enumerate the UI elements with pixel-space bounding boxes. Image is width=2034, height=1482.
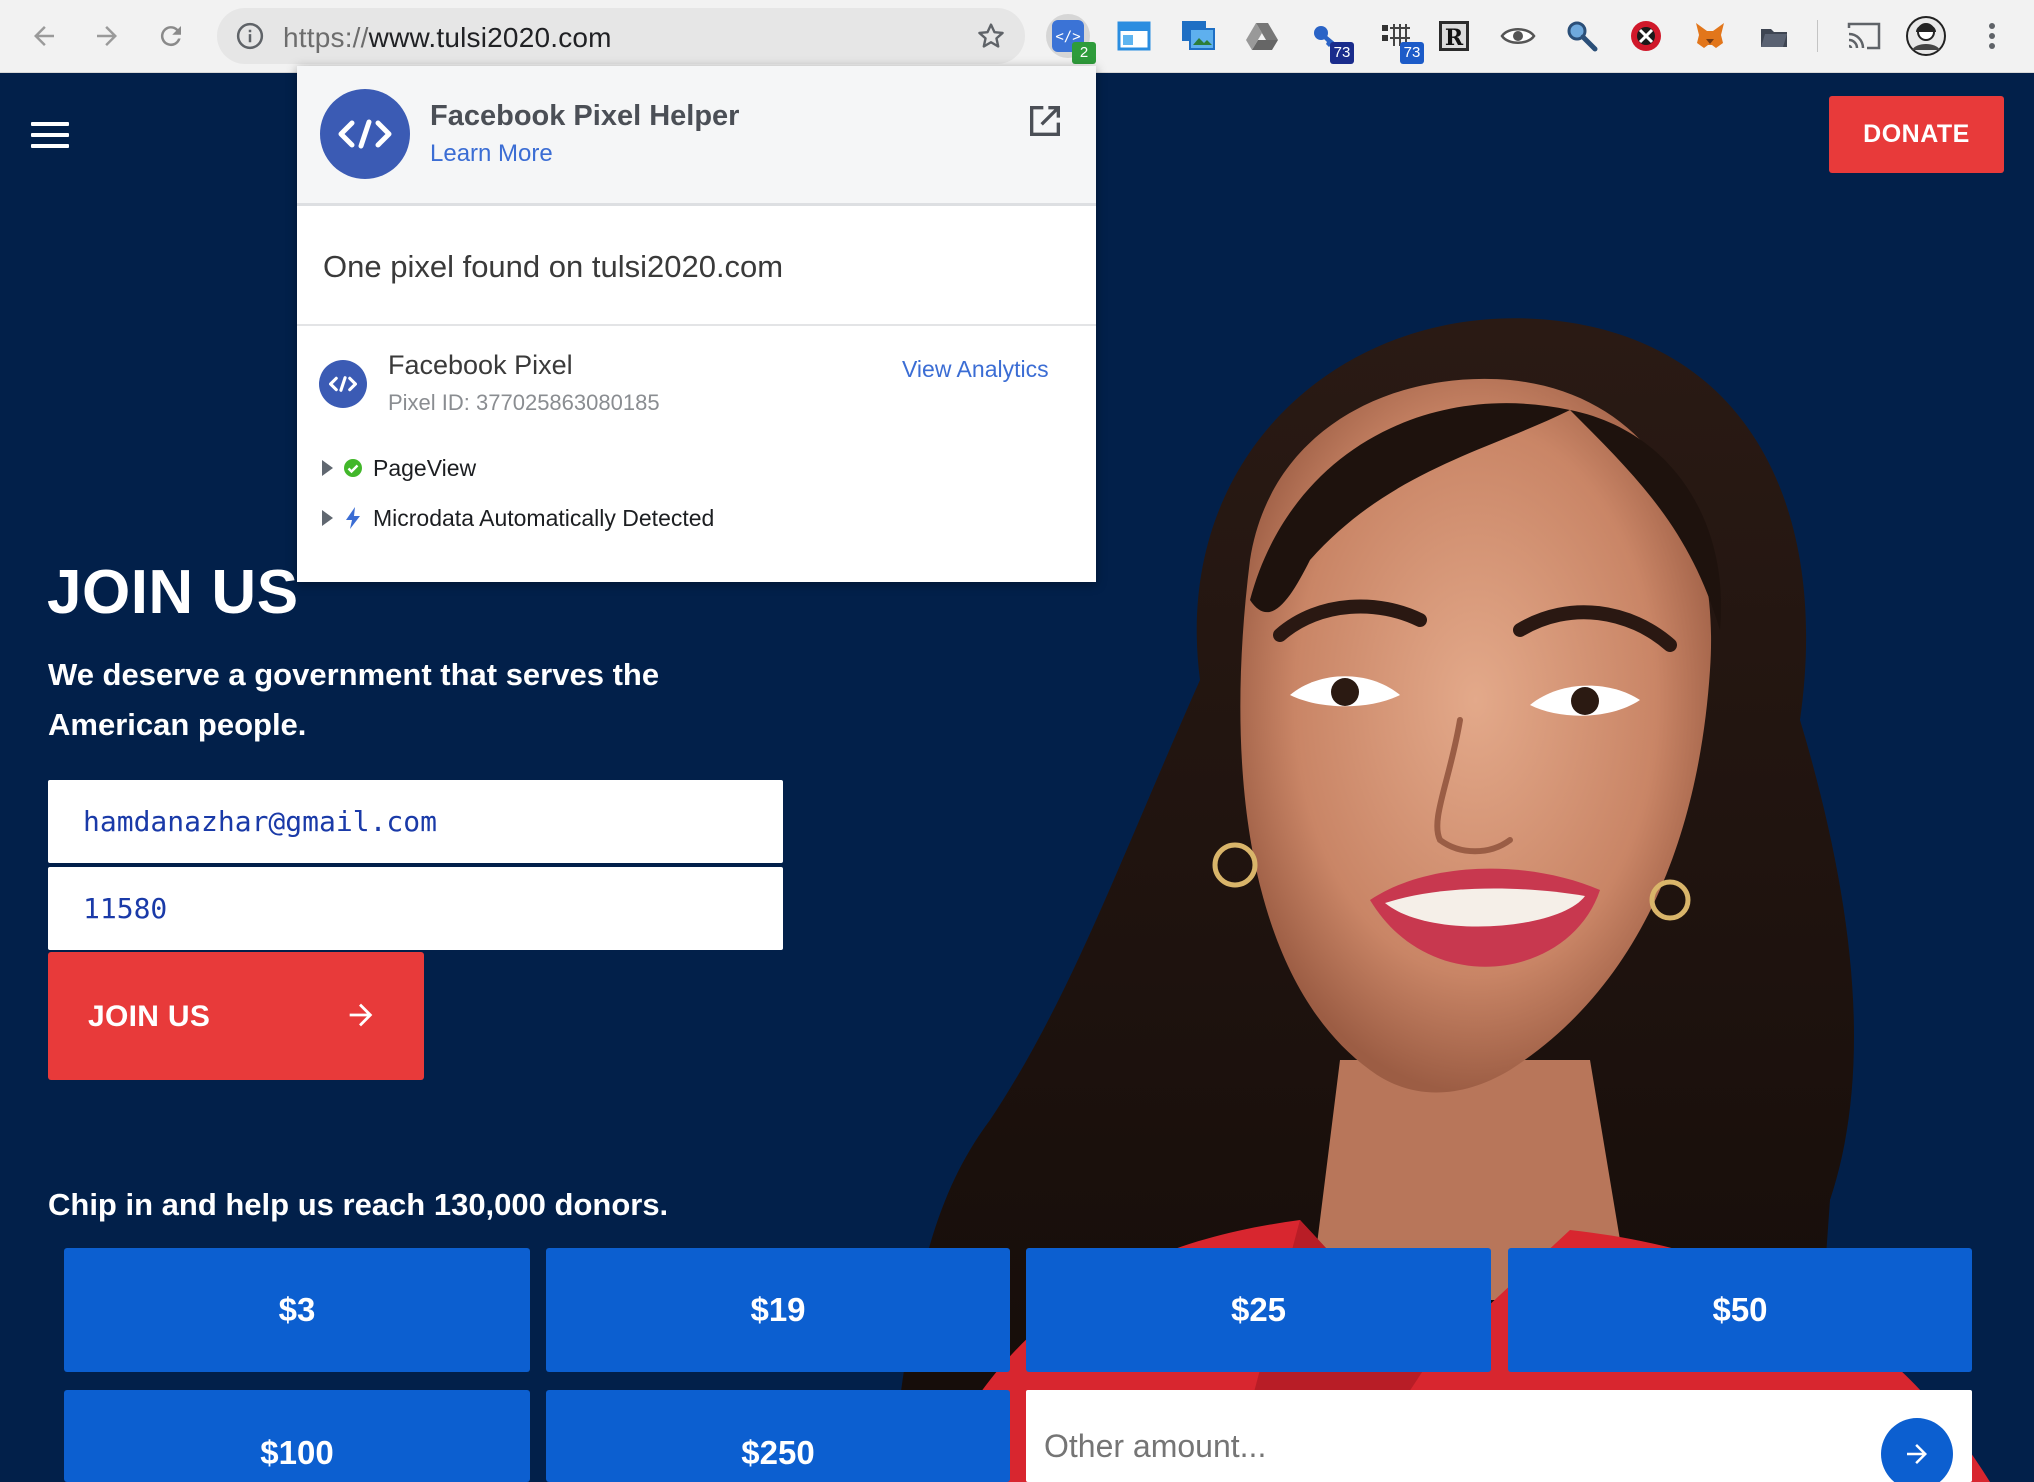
- folder-icon: [1761, 29, 1787, 47]
- email-input[interactable]: [48, 780, 783, 863]
- event-label: Microdata Automatically Detected: [373, 504, 715, 531]
- zip-field[interactable]: [48, 867, 783, 950]
- forward-arrow-icon: [97, 26, 117, 46]
- hamburger-icon: [31, 122, 69, 126]
- event-pageview[interactable]: PageView: [322, 453, 476, 483]
- magnifier-extension[interactable]: [1560, 14, 1604, 58]
- arrow-right-icon: [349, 1003, 373, 1027]
- r-extension[interactable]: R: [1432, 14, 1476, 58]
- svg-text:R: R: [1445, 25, 1464, 51]
- facebook-pixel-helper-extension[interactable]: </> 2: [1046, 14, 1096, 64]
- check-icon: [343, 458, 363, 478]
- amount-3-button[interactable]: $3: [64, 1248, 530, 1372]
- pixel-id: Pixel ID: 377025863080185: [388, 390, 660, 415]
- window-icon: [1117, 21, 1151, 51]
- other-amount-input[interactable]: [1026, 1390, 1972, 1482]
- view-analytics-link[interactable]: View Analytics: [902, 356, 1049, 383]
- url-scheme: https://: [283, 22, 369, 53]
- other-amount-submit-button[interactable]: [1881, 1418, 1953, 1482]
- zip-input[interactable]: [48, 867, 783, 950]
- eye-icon: [1500, 28, 1536, 44]
- pixel-helper-logo: [320, 89, 410, 179]
- join-us-label: JOIN US: [88, 1000, 211, 1033]
- key-extension[interactable]: 73: [1304, 14, 1354, 64]
- hamburger-line: [31, 133, 69, 137]
- extension-badge: 73: [1330, 42, 1354, 64]
- screenshot-icon: [1182, 21, 1215, 50]
- info-icon[interactable]: [235, 21, 265, 51]
- donate-button[interactable]: DONATE: [1829, 96, 2004, 173]
- folder-extension[interactable]: [1752, 14, 1796, 58]
- event-microdata[interactable]: Microdata Automatically Detected: [322, 503, 714, 533]
- external-link-icon[interactable]: [1025, 101, 1065, 141]
- url-host: www.tulsi2020.com: [368, 22, 612, 53]
- fox-icon: [1696, 23, 1724, 48]
- magnifier-icon: [1567, 21, 1598, 52]
- extension-badge: 2: [1072, 42, 1096, 64]
- toolbar-divider: [1817, 20, 1818, 52]
- network-extension[interactable]: 73: [1374, 14, 1424, 64]
- kebab-menu-icon: [1989, 23, 1995, 49]
- code-icon: [338, 119, 392, 149]
- popup-title: Facebook Pixel Helper: [430, 100, 740, 132]
- pixel-found-section: One pixel found on tulsi2020.com: [297, 209, 1096, 326]
- event-label: PageView: [373, 454, 477, 481]
- chip-in-text: Chip in and help us reach 130,000 donors…: [48, 1187, 669, 1222]
- avatar: [1906, 16, 1946, 56]
- back-button[interactable]: [22, 14, 66, 58]
- drive-icon: [1246, 23, 1278, 50]
- extension-badge: 73: [1400, 42, 1424, 64]
- amount-25-button[interactable]: $25: [1026, 1248, 1491, 1372]
- join-subtitle: We deserve a government that serves the …: [48, 657, 660, 742]
- email-field[interactable]: [48, 780, 783, 863]
- back-arrow-icon: [34, 26, 54, 46]
- expand-triangle-icon: [322, 460, 333, 476]
- other-amount-field[interactable]: [1026, 1390, 1972, 1482]
- window-resizer-extension[interactable]: [1112, 14, 1156, 58]
- browser-toolbar: https://www.tulsi2020.com </> 2 73 73 R: [0, 0, 2034, 73]
- bookmark-star-icon[interactable]: [975, 20, 1007, 52]
- pixel-name: Facebook Pixel: [388, 350, 573, 380]
- join-title: JOIN US: [47, 558, 299, 627]
- cast-icon: [1847, 22, 1881, 50]
- expand-triangle-icon: [322, 510, 333, 526]
- screenshot-extension[interactable]: [1176, 14, 1220, 58]
- pixel-icon: [319, 360, 367, 408]
- menu-button[interactable]: [31, 122, 69, 148]
- reload-button[interactable]: [149, 14, 193, 58]
- metamask-extension[interactable]: [1688, 14, 1732, 58]
- pixel-helper-popup: Facebook Pixel Helper Learn More One pix…: [297, 66, 1096, 582]
- amount-250-button[interactable]: $250: [546, 1390, 1010, 1482]
- browser-menu-button[interactable]: [1970, 14, 2014, 58]
- arrow-right-icon: [1907, 1444, 1927, 1464]
- address-bar[interactable]: https://www.tulsi2020.com: [217, 8, 1025, 64]
- profile-button[interactable]: [1904, 14, 1948, 58]
- blocker-extension[interactable]: [1624, 14, 1668, 58]
- amount-50-button[interactable]: $50: [1508, 1248, 1972, 1372]
- pixel-found-text: One pixel found on tulsi2020.com: [323, 249, 784, 284]
- amount-19-button[interactable]: $19: [546, 1248, 1010, 1372]
- google-drive-extension[interactable]: [1240, 14, 1284, 58]
- hamburger-line: [31, 144, 69, 148]
- url-text: https://www.tulsi2020.com: [283, 22, 612, 54]
- reload-icon: [160, 26, 181, 47]
- forward-button[interactable]: [85, 14, 129, 58]
- lightning-icon: [343, 507, 363, 529]
- amount-100-button[interactable]: $100: [64, 1390, 530, 1482]
- cast-button[interactable]: [1842, 14, 1886, 58]
- learn-more-link[interactable]: Learn More: [430, 140, 553, 168]
- blocker-icon: [1631, 21, 1661, 51]
- eye-extension[interactable]: [1496, 14, 1540, 58]
- code-icon: [329, 376, 357, 392]
- popup-header: Facebook Pixel Helper Learn More: [297, 66, 1096, 206]
- r-letter-icon: R: [1439, 21, 1469, 51]
- join-us-button[interactable]: JOIN US: [48, 952, 424, 1080]
